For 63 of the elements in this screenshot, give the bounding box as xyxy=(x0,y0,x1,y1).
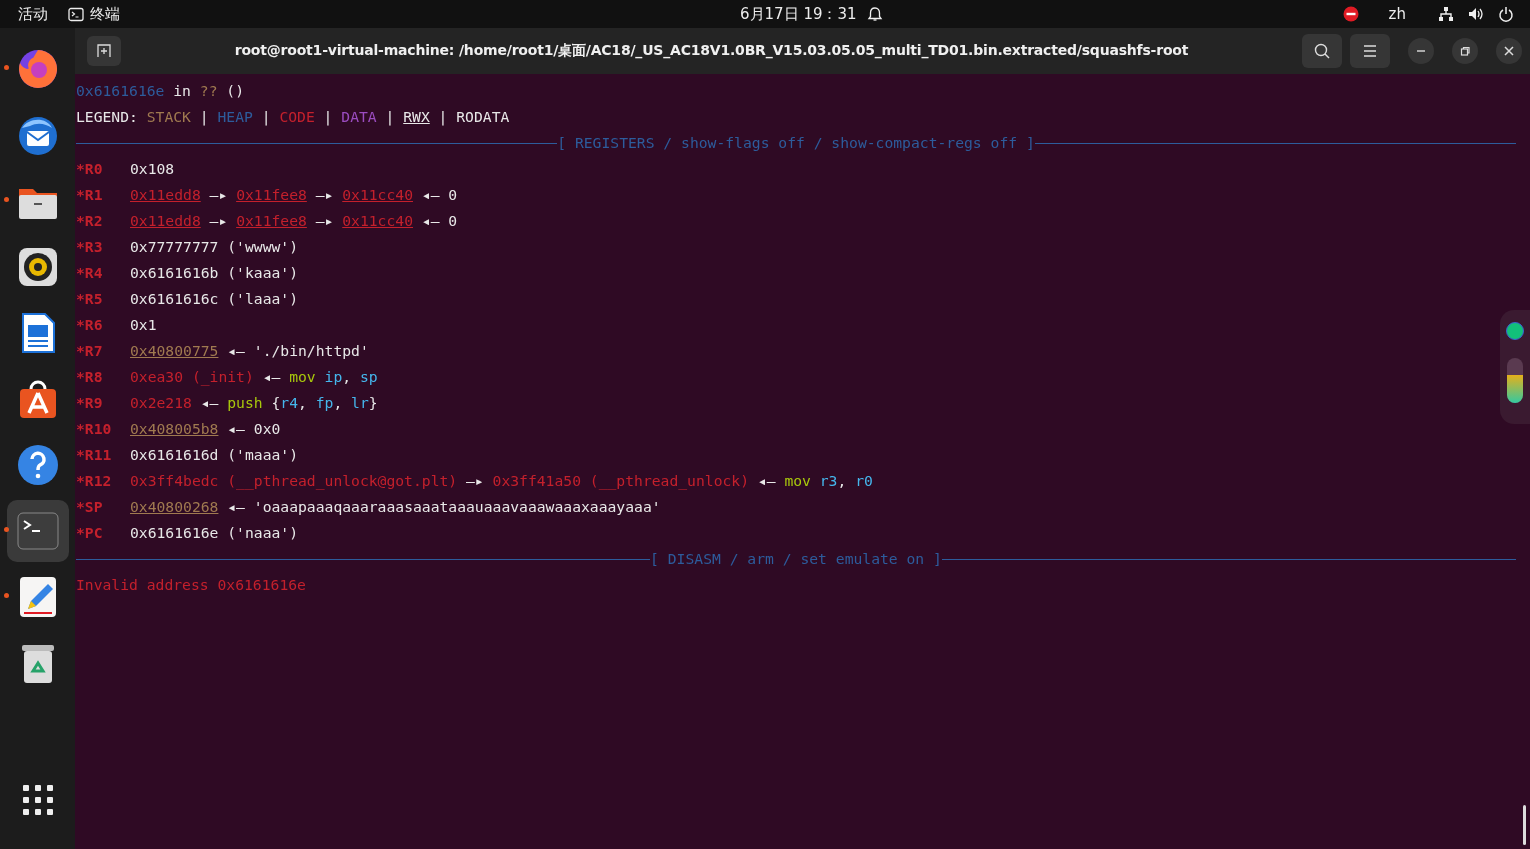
register-name: *R2 xyxy=(76,211,104,231)
register-name: *R3 xyxy=(76,237,104,257)
app-grid-icon xyxy=(22,785,53,815)
register-value: 0x108 xyxy=(130,159,175,179)
section-header: [ REGISTERS / show-flags off / show-compact-regs off ] xyxy=(557,133,1035,153)
output-line: 0x6161616e in ?? () xyxy=(76,81,245,101)
register-name: *R6 xyxy=(76,315,104,335)
register-value: 0xea30 (_init) ◂— mov ip, sp xyxy=(130,367,378,388)
clock[interactable]: 6月17日 19：31 xyxy=(740,0,857,28)
register-name: *R5 xyxy=(76,289,104,309)
register-name: *R7 xyxy=(76,341,104,361)
terminal-icon xyxy=(15,509,60,553)
register-value: 0x1 xyxy=(130,315,157,335)
register-name: *PC xyxy=(76,523,104,543)
register-value: 0x6161616b ('kaaa') xyxy=(130,263,298,283)
register-value: 0x77777777 ('wwww') xyxy=(130,237,298,257)
register-value: 0x6161616e ('naaa') xyxy=(130,523,298,543)
window-title: root@root1-virtual-machine: /home/root1/桌面/AC18/_US_AC18V1.0BR_V15.03.05.05_multi_TD01.bin.extracted/squashfs-root xyxy=(233,42,1190,60)
output-line: LEGEND: STACK | HEAP | CODE | DATA | RWX | RODATA xyxy=(76,107,510,128)
menu-icon xyxy=(1362,43,1378,59)
register-value: 0x11edd8 —▸ 0x11fee8 —▸ 0x11cc40 ◂— 0 xyxy=(130,211,458,231)
search-button[interactable] xyxy=(1302,34,1342,68)
terminal-icon xyxy=(68,6,84,22)
search-icon xyxy=(1314,43,1330,59)
register-name: *R1 xyxy=(76,185,104,205)
close-button[interactable] xyxy=(1496,38,1522,64)
minimize-icon xyxy=(1416,50,1426,52)
register-value: 0x6161616c ('laaa') xyxy=(130,289,298,309)
register-value: 0x11edd8 —▸ 0x11fee8 —▸ 0x11cc40 ◂— 0 xyxy=(130,185,458,205)
activities-button[interactable]: 活动 xyxy=(8,0,58,28)
power-icon xyxy=(1498,6,1514,22)
bell-icon xyxy=(866,6,883,22)
section-header: [ DISASM / arm / set emulate on ] xyxy=(650,549,942,569)
register-value: 0x6161616d ('maaa') xyxy=(130,445,298,465)
app-menu[interactable]: 终端 xyxy=(58,0,130,28)
register-value: 0x40800775 ◂— './bin/httpd' xyxy=(130,341,369,361)
register-name: *R10 xyxy=(76,419,113,439)
register-name: *SP xyxy=(76,497,104,517)
register-value: 0x3ff4bedc (__pthread_unlock@got.plt) —▸ 0x3ff41a50 (__pthread_unlock) ◂— mov r3, r0 xyxy=(130,471,873,492)
new-tab-icon xyxy=(96,43,112,59)
menu-button[interactable] xyxy=(1350,34,1390,68)
register-value: 0x40800268 ◂— 'oaaapaaaqaaaraaasaaataaauaaavaaawaaaxaaayaaa' xyxy=(130,497,661,517)
register-name: *R11 xyxy=(76,445,113,465)
register-value: 0x408005b8 ◂— 0x0 xyxy=(130,419,281,439)
new-tab-button[interactable] xyxy=(87,36,121,66)
restore-icon xyxy=(1460,46,1470,56)
status-dot xyxy=(1506,322,1524,340)
register-name: *R4 xyxy=(76,263,104,283)
network-icon xyxy=(1438,6,1454,22)
register-name: *R8 xyxy=(76,367,104,387)
restore-button[interactable] xyxy=(1452,38,1478,64)
do-not-disturb-icon xyxy=(1342,6,1359,22)
register-value: 0x2e218 ◂— push {r4, fp, lr} xyxy=(130,393,378,413)
input-language[interactable]: zh xyxy=(1388,0,1406,28)
register-name: *R9 xyxy=(76,393,104,413)
minimize-button[interactable] xyxy=(1408,38,1434,64)
register-name: *R12 xyxy=(76,471,113,491)
output-line: Invalid address 0x6161616e xyxy=(76,575,306,595)
volume-icon xyxy=(1468,6,1484,22)
register-name: *R0 xyxy=(76,159,104,179)
close-icon xyxy=(1504,46,1514,56)
help-icon xyxy=(15,443,60,487)
scroll-bar[interactable] xyxy=(1523,805,1526,845)
